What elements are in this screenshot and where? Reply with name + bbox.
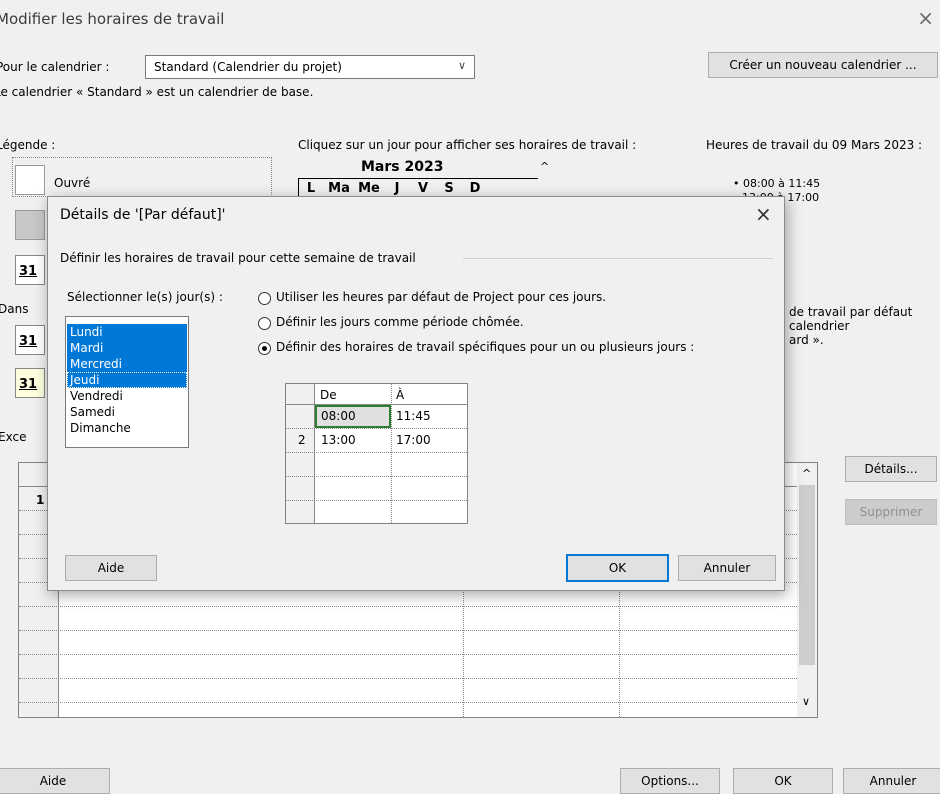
legend-title: Légende : bbox=[0, 138, 56, 152]
help-button[interactable]: Aide bbox=[0, 768, 110, 794]
column-header-to: À bbox=[396, 388, 405, 402]
row-2-to-cell[interactable]: 17:00 bbox=[392, 431, 431, 449]
weekday-header: D bbox=[469, 181, 481, 196]
scroll-down-icon[interactable]: ∨ bbox=[802, 695, 810, 708]
window-title: Modifier les horaires de travail bbox=[0, 10, 225, 28]
new-calendar-button[interactable]: Créer un nouveau calendrier ... bbox=[708, 52, 938, 78]
exceptions-tab[interactable]: Exce bbox=[0, 430, 26, 444]
row-1-to-cell[interactable]: 11:45 bbox=[392, 407, 431, 425]
weekday-header: V bbox=[417, 181, 429, 196]
table-row-line bbox=[286, 452, 467, 453]
row-number: 2 bbox=[298, 433, 306, 447]
table-row-line bbox=[286, 476, 467, 477]
group-divider bbox=[463, 258, 773, 259]
scrollbar-thumb[interactable] bbox=[799, 485, 815, 665]
default-note-line: calendrier bbox=[789, 319, 850, 333]
legend-nonworking-swatch bbox=[15, 210, 45, 240]
grid-line bbox=[19, 606, 797, 607]
scroll-up-icon[interactable]: ^ bbox=[802, 467, 811, 480]
hours-panel-title: Heures de travail du 09 Mars 2023 : bbox=[706, 138, 923, 152]
day-item[interactable]: Lundi bbox=[67, 324, 187, 340]
details-ok-button[interactable]: OK bbox=[566, 554, 669, 582]
weekday-header: Me bbox=[358, 181, 380, 196]
day-item[interactable]: Vendredi bbox=[67, 388, 187, 404]
day-item[interactable]: Mardi bbox=[67, 340, 187, 356]
grid-line bbox=[19, 678, 797, 679]
exception-details-button[interactable]: Détails... bbox=[845, 456, 937, 482]
table-row-line bbox=[286, 428, 467, 429]
legend-frame bbox=[12, 157, 272, 197]
exceptions-row-number: 1 bbox=[36, 493, 45, 507]
exceptions-scrollbar[interactable]: ^ ∨ bbox=[797, 463, 817, 717]
row-1-from-cell[interactable]: 08:00 bbox=[317, 407, 356, 425]
default-note-line: de travail par défaut bbox=[789, 305, 913, 319]
grid-line bbox=[19, 654, 797, 655]
details-dialog-title: Détails de '[Par défaut]' bbox=[60, 207, 226, 223]
calendar-select[interactable]: Standard (Calendrier du projet) ∨ bbox=[145, 55, 475, 79]
ok-button[interactable]: OK bbox=[733, 768, 833, 794]
legend-exception-day-icon: 31 bbox=[15, 325, 45, 355]
chevron-down-icon: ∨ bbox=[457, 59, 466, 72]
column-header-from: De bbox=[320, 388, 337, 402]
base-calendar-note: Le calendrier « Standard » est un calend… bbox=[0, 85, 314, 99]
default-hours-radio[interactable] bbox=[258, 292, 271, 305]
specific-hours-label[interactable]: Définir des horaires de travail spécifiq… bbox=[276, 340, 694, 354]
row-2-from-cell[interactable]: 13:00 bbox=[317, 431, 356, 449]
weekday-header: Ma bbox=[328, 181, 350, 196]
grid-line bbox=[19, 630, 797, 631]
close-icon[interactable]: × bbox=[755, 202, 772, 226]
default-note-line: ard ». bbox=[789, 333, 824, 347]
nonworking-label[interactable]: Définir les jours comme période chômée. bbox=[276, 315, 524, 329]
day-item[interactable]: Samedi bbox=[67, 404, 187, 420]
legend-working-swatch bbox=[15, 165, 45, 195]
window-title-bar: Modifier les horaires de travail × bbox=[0, 0, 940, 40]
exception-delete-button[interactable]: Supprimer bbox=[845, 499, 937, 525]
weekday-header: J bbox=[394, 181, 400, 196]
radio-selected-dot bbox=[262, 346, 267, 351]
close-icon[interactable]: × bbox=[917, 6, 934, 30]
options-button[interactable]: Options... bbox=[620, 768, 720, 794]
default-hours-label[interactable]: Utiliser les heures par défaut de Projec… bbox=[276, 290, 606, 304]
day-item[interactable]: Jeudi bbox=[67, 372, 187, 388]
day-item[interactable]: Dimanche bbox=[67, 420, 187, 436]
days-label: Sélectionner le(s) jour(s) : bbox=[67, 290, 223, 304]
working-time-table[interactable]: De À 08:00 11:45 2 13:00 17:00 bbox=[285, 383, 468, 524]
hours-line: • 08:00 à 11:45 bbox=[733, 177, 821, 190]
days-listbox[interactable]: Lundi Mardi Mercredi Jeudi Vendredi Same… bbox=[65, 316, 189, 448]
calendar-instruction: Cliquez sur un jour pour afficher ses ho… bbox=[298, 138, 637, 152]
scroll-up-icon[interactable]: ^ bbox=[540, 160, 549, 173]
group-label: Définir les horaires de travail pour cet… bbox=[60, 251, 416, 265]
legend-edited-day-icon: 31 bbox=[15, 255, 45, 285]
details-help-button[interactable]: Aide bbox=[65, 555, 157, 581]
calendar-select-label: Pour le calendrier : bbox=[0, 60, 110, 74]
specific-hours-radio[interactable] bbox=[258, 342, 271, 355]
nonworking-radio[interactable] bbox=[258, 317, 271, 330]
table-col-divider bbox=[391, 384, 392, 523]
legend-nondefault-day-icon: 31 bbox=[15, 368, 45, 398]
cancel-button[interactable]: Annuler bbox=[843, 768, 940, 794]
legend-working-label: Ouvré bbox=[54, 176, 91, 190]
day-item[interactable]: Mercredi bbox=[67, 356, 187, 372]
legend-in-label: Dans bbox=[0, 302, 29, 316]
table-row-line bbox=[286, 500, 467, 501]
details-cancel-button[interactable]: Annuler bbox=[678, 555, 776, 581]
grid-line bbox=[19, 702, 797, 703]
calendar-select-value: Standard (Calendrier du projet) bbox=[154, 60, 342, 74]
weekday-header: L bbox=[306, 181, 316, 196]
weekday-header: S bbox=[444, 181, 454, 196]
details-dialog: Détails de '[Par défaut]' × Définir les … bbox=[47, 196, 785, 591]
calendar-month: Mars 2023 bbox=[361, 159, 444, 175]
